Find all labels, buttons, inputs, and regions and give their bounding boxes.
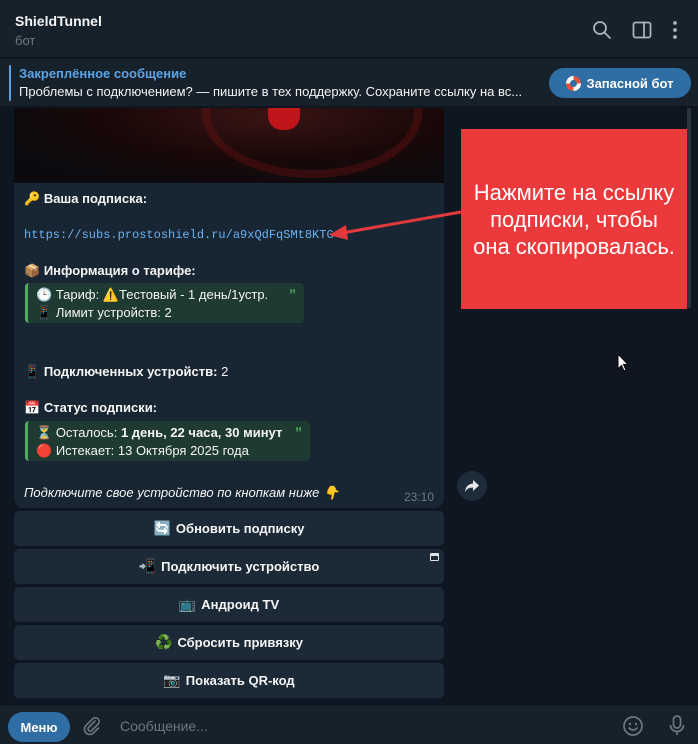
web-app-icon — [430, 553, 439, 561]
button-label: Подключить устройство — [161, 559, 320, 574]
pinned-message-bar[interactable]: Закреплённое сообщение Проблемы с подклю… — [0, 59, 698, 107]
menu-button[interactable]: Меню — [8, 712, 70, 742]
search-icon[interactable] — [591, 19, 613, 41]
reset-binding-button[interactable]: ♻️ Сбросить привязку — [14, 625, 444, 660]
chat-header: ShieldTunnel бот — [0, 0, 698, 58]
refresh-icon: 🔄 — [153, 520, 171, 536]
message-input[interactable]: Сообщение... — [120, 718, 208, 734]
show-qr-button[interactable]: 📷 Показать QR-код — [14, 663, 444, 698]
reserve-bot-button[interactable]: Запасной бот — [549, 68, 691, 98]
microphone-icon[interactable] — [667, 714, 687, 738]
camera-icon: 📷 — [163, 672, 181, 688]
mouse-cursor-icon — [617, 353, 629, 372]
pinned-indicator — [9, 65, 11, 101]
chat-title[interactable]: ShieldTunnel — [15, 13, 102, 29]
emoji-icon[interactable] — [622, 715, 644, 737]
phone-arrow-icon: 📲 — [138, 558, 157, 574]
refresh-subscription-button[interactable]: 🔄 Обновить подписку — [14, 511, 444, 546]
reserve-bot-label: Запасной бот — [586, 75, 674, 91]
pinned-title: Закреплённое сообщение — [19, 66, 187, 81]
share-button[interactable] — [457, 471, 487, 501]
connect-device-button[interactable]: 📲 Подключить устройство — [14, 549, 444, 584]
recycle-icon: ♻️ — [155, 634, 173, 650]
tv-icon: 📺 — [178, 596, 197, 612]
share-icon — [465, 480, 479, 492]
chat-subtitle: бот — [15, 33, 36, 48]
button-label: Показать QR-код — [185, 673, 295, 688]
more-menu-icon[interactable] — [664, 19, 686, 41]
button-label: Андроид TV — [201, 597, 280, 612]
message-input-bar: Меню Сообщение... — [0, 704, 698, 744]
attach-icon[interactable] — [82, 716, 102, 736]
button-label: Сбросить привязку — [177, 635, 303, 650]
android-tv-button[interactable]: 📺 Андроид TV — [14, 587, 444, 622]
pinned-text: Проблемы с подключением? — пишите в тех … — [19, 84, 523, 99]
lifebuoy-icon — [566, 75, 582, 91]
sidebar-toggle-icon[interactable] — [631, 19, 653, 41]
button-label: Обновить подписку — [175, 521, 305, 536]
